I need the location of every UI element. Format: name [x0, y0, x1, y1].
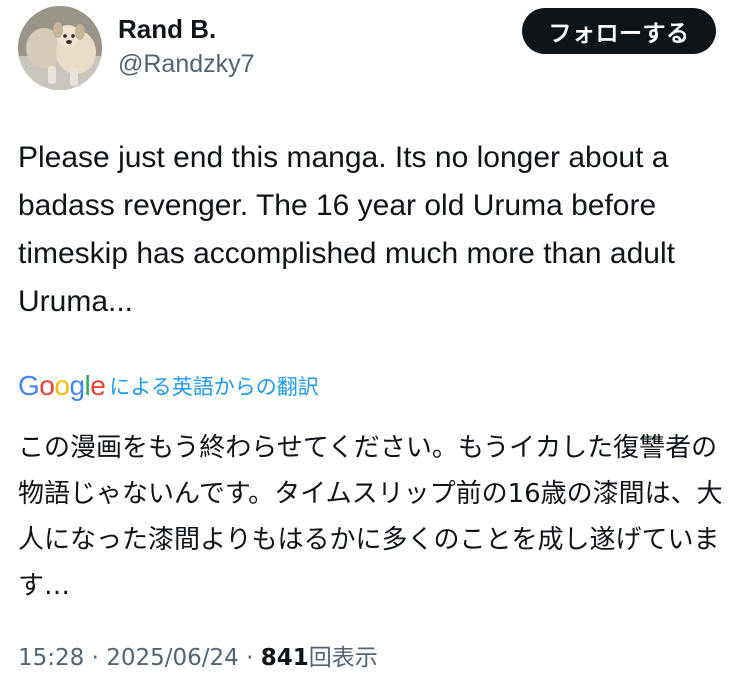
meta-separator: ·	[91, 645, 99, 671]
google-logo-letter: G	[18, 370, 40, 401]
user-handle[interactable]: @Randzky7	[118, 49, 255, 79]
tweet-header: Rand B. @Randzky7 フォローする	[0, 0, 750, 100]
avatar-image	[18, 6, 102, 90]
tweet-text: Please just end this manga. Its no longe…	[18, 141, 675, 318]
tweet-meta: 15:28 · 2025/06/24 · 841回表示	[18, 642, 378, 674]
google-logo-letter: g	[69, 370, 85, 401]
google-logo: Google	[18, 370, 106, 402]
views-label: 回表示	[308, 645, 378, 671]
views-count: 841	[260, 645, 309, 671]
tweet-time[interactable]: 15:28	[18, 645, 84, 671]
tweet-date[interactable]: 2025/06/24	[106, 645, 239, 671]
meta-separator: ·	[246, 645, 254, 671]
display-name[interactable]: Rand B.	[118, 13, 216, 45]
translation-label[interactable]: による英語からの翻訳	[109, 371, 318, 401]
google-logo-letter: o	[54, 370, 70, 401]
translation-attribution[interactable]: Google による英語からの翻訳	[18, 366, 319, 406]
translated-text: この漫画をもう終わらせてください。もうイカした復讐者の物語じゃないんです。タイム…	[18, 433, 723, 601]
follow-button[interactable]: フォローする	[522, 8, 716, 54]
google-logo-letter: e	[90, 370, 106, 401]
avatar[interactable]	[18, 6, 102, 90]
google-logo-letter: o	[39, 370, 55, 401]
